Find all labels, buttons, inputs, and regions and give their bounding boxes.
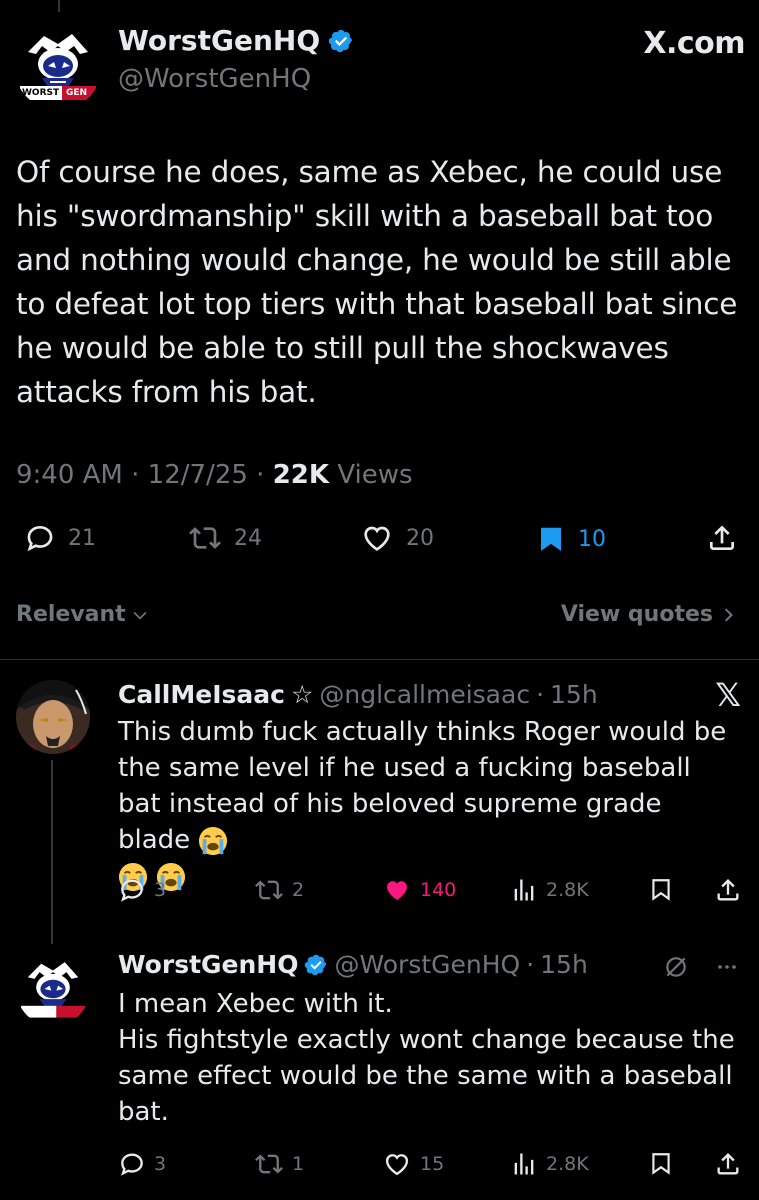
grok-icon[interactable] [663,954,689,980]
x-logo-icon: 𝕏 [715,676,741,714]
reply-count: 21 [68,525,96,551]
analytics-icon [514,879,534,901]
reply-actions: 3 1 15 2.8K [118,1150,742,1184]
meta-separator: · [256,460,273,490]
meta-separator: · [526,950,535,979]
views-count: 22K [272,460,330,490]
share-icon [717,1153,739,1175]
like-count: 15 [420,1153,445,1175]
bookmark-button[interactable]: 10 [536,522,606,556]
avatar-logo-left: WORST [22,88,60,98]
view-quotes-label: View quotes [560,602,713,627]
display-name[interactable]: WorstGenHQ [118,950,298,979]
view-quotes-link[interactable]: View quotes [561,602,737,627]
thread-connector [51,760,53,944]
reply-time[interactable]: 15h [550,680,598,709]
bookmark-count: 10 [578,526,606,552]
avatar[interactable]: WORST GEN [14,22,102,110]
repost-button[interactable]: 24 [188,522,262,554]
bookmark-button[interactable] [648,1150,674,1178]
reply-header-actions [663,954,739,980]
reply-header: CallMeIsaac ☆ @nglcallmeisaac · 15h [118,680,598,709]
repost-icon [189,527,221,549]
post-meta: 9:40 AM · 12/7/25 · 22K Views [16,460,413,490]
post-time[interactable]: 9:40 AM [16,460,123,490]
reply-text: This dumb fuck actually thinks Roger wou… [118,714,738,894]
post-date[interactable]: 12/7/25 [148,460,248,490]
sort-label: Relevant [16,602,126,627]
more-options-icon[interactable] [715,955,739,979]
bookmark-icon [652,1153,670,1175]
share-icon [710,525,734,550]
bookmark-button[interactable] [648,876,674,904]
bookmark-filled-icon [541,527,561,551]
sort-relevant-dropdown[interactable]: Relevant [16,602,150,627]
heart-icon [364,526,390,551]
reply-count: 3 [154,879,167,901]
repost-count: 1 [292,1153,305,1175]
reply-time[interactable]: 15h [540,950,588,979]
author-name[interactable]: WorstGenHQ [118,24,354,57]
avatar[interactable] [16,680,90,754]
views-button[interactable]: 2.8K [510,1150,589,1178]
analytics-icon [514,1153,534,1175]
reply-button[interactable]: 21 [24,522,96,554]
crying-emoji-icon [199,826,228,855]
reply-icon [27,525,53,552]
avatar-logo-right: GEN [66,88,88,98]
heart-icon [385,1154,409,1176]
verified-badge-icon [305,954,327,975]
verified-badge-icon [328,29,353,52]
heart-filled-icon [387,881,407,900]
author-handle[interactable]: @WorstGenHQ [118,64,311,94]
site-label: X.com [643,26,745,61]
share-icon [717,879,739,901]
views-count: 2.8K [546,879,589,901]
share-button[interactable] [714,1150,742,1178]
author-handle[interactable]: @WorstGenHQ [334,950,520,979]
reply-button[interactable]: 3 [118,1150,166,1178]
reply-icon [121,879,143,902]
avatar[interactable] [16,952,90,1026]
share-button[interactable] [714,876,742,904]
like-count: 20 [406,525,434,551]
thread-connector-top [58,0,60,12]
reply-text: I mean Xebec with it. His fightstyle exa… [118,986,738,1130]
post-actions: 21 24 20 10 [16,522,744,562]
repost-icon [255,880,283,900]
reply-button[interactable]: 3 [118,876,166,904]
repost-icon [255,1154,283,1174]
display-name[interactable]: CallMeIsaac [118,680,285,709]
divider [0,659,759,660]
like-button[interactable]: 140 [382,876,456,904]
reply-header: WorstGenHQ @WorstGenHQ · 15h [118,950,588,979]
display-name[interactable]: WorstGenHQ [118,24,320,57]
meta-separator: · [536,680,545,709]
repost-button[interactable]: 1 [254,1150,304,1178]
post-text: Of course he does, same as Xebec, he cou… [16,155,738,409]
post-header: WORST GEN WorstGenHQ @WorstGenHQ X.com [14,20,745,110]
reply-actions: 3 2 140 2.8K [118,876,742,910]
repost-count: 24 [234,525,262,551]
bookmark-icon [652,879,670,901]
reply-line: I mean Xebec with it. [118,989,393,1019]
chevron-down-icon [133,611,147,620]
star-icon: ☆ [290,680,314,709]
chevron-right-icon [724,607,733,622]
like-button[interactable]: 20 [360,522,434,554]
views-label: Views [337,460,413,490]
reply-count: 3 [154,1153,167,1175]
repost-button[interactable]: 2 [254,876,304,904]
share-button[interactable] [706,522,738,554]
author-handle[interactable]: @nglcallmeisaac [319,680,530,709]
repost-count: 2 [292,879,305,901]
reply-icon [121,1153,143,1176]
reply-line: His fightstyle exactly wont change becau… [118,1025,735,1127]
views-button[interactable]: 2.8K [510,876,589,904]
like-button[interactable]: 15 [382,1150,444,1178]
meta-separator: · [131,460,148,490]
views-count: 2.8K [546,1153,589,1175]
like-count: 140 [420,879,457,901]
